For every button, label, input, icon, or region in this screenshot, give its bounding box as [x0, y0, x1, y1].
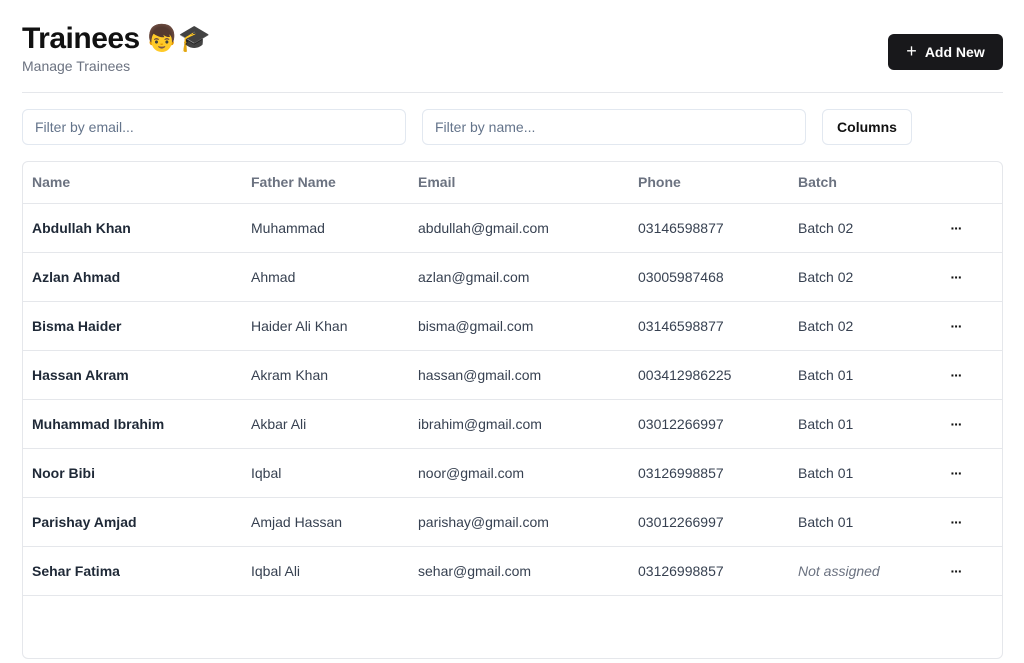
- phone-cell: 03126998857: [629, 448, 789, 498]
- phone-cell: 03146598877: [629, 301, 789, 351]
- email-cell: abdullah@gmail.com: [409, 203, 629, 253]
- email-cell: ibrahim@gmail.com: [409, 399, 629, 449]
- column-header-father-name[interactable]: Father Name: [242, 162, 409, 204]
- trainees-table: Name Father Name Email Phone Batch Abdul…: [23, 162, 1002, 596]
- column-header-name[interactable]: Name: [23, 162, 242, 204]
- trainee-name-cell: Noor Bibi: [23, 448, 242, 498]
- columns-button[interactable]: Columns: [822, 109, 912, 145]
- row-actions-cell: ···: [929, 399, 1002, 449]
- title-row: Trainees 👦🎓: [22, 20, 1003, 58]
- father-name-cell: Amjad Hassan: [242, 497, 409, 547]
- more-options-icon[interactable]: ···: [944, 559, 968, 583]
- column-header-phone[interactable]: Phone: [629, 162, 789, 204]
- table-row[interactable]: Bisma Haider Haider Ali Khan bisma@gmail.c…: [23, 301, 1002, 351]
- trainee-name-cell: Parishay Amjad: [23, 497, 242, 547]
- page-header: Trainees 👦🎓 Manage Trainees + Add New: [22, 20, 1003, 76]
- filter-bar: Columns: [22, 109, 1003, 145]
- trainees-table-container: Name Father Name Email Phone Batch Abdul…: [22, 161, 1003, 659]
- phone-cell: 03146598877: [629, 203, 789, 253]
- email-cell: azlan@gmail.com: [409, 252, 629, 302]
- father-name-cell: Haider Ali Khan: [242, 301, 409, 351]
- phone-cell: 03012266997: [629, 399, 789, 449]
- father-name-cell: Iqbal Ali: [242, 546, 409, 596]
- phone-cell: 03012266997: [629, 497, 789, 547]
- trainee-name-cell: Abdullah Khan: [23, 203, 242, 253]
- email-cell: parishay@gmail.com: [409, 497, 629, 547]
- table-body: Abdullah Khan Muhammad abdullah@gmail.com 0…: [23, 203, 1002, 596]
- more-options-icon[interactable]: ···: [944, 314, 968, 338]
- page-title: Trainees: [22, 22, 140, 55]
- email-filter-input[interactable]: [22, 109, 406, 145]
- email-cell: noor@gmail.com: [409, 448, 629, 498]
- trainee-name-cell: Bisma Haider: [23, 301, 242, 351]
- phone-cell: 03005987468: [629, 252, 789, 302]
- trainee-name-cell: Azlan Ahmad: [23, 252, 242, 302]
- batch-cell: Batch 01: [789, 399, 929, 449]
- row-actions-cell: ···: [929, 448, 1002, 498]
- more-options-icon[interactable]: ···: [944, 265, 968, 289]
- batch-cell: Batch 02: [789, 252, 929, 302]
- column-header-batch[interactable]: Batch: [789, 162, 929, 204]
- trainee-emoji-icon: 👦🎓: [145, 24, 211, 54]
- row-actions-cell: ···: [929, 252, 1002, 302]
- email-cell: sehar@gmail.com: [409, 546, 629, 596]
- more-options-icon[interactable]: ···: [944, 510, 968, 534]
- add-new-button[interactable]: + Add New: [888, 34, 1003, 70]
- table-row[interactable]: Sehar Fatima Iqbal Ali sehar@gmail.com 0312…: [23, 546, 1002, 596]
- column-header-email[interactable]: Email: [409, 162, 629, 204]
- header-divider: [22, 92, 1003, 93]
- table-header: Name Father Name Email Phone Batch: [23, 162, 1002, 204]
- name-filter-input[interactable]: [422, 109, 806, 145]
- table-row[interactable]: Parishay Amjad Amjad Hassan parishay@gmail…: [23, 497, 1002, 547]
- more-options-icon[interactable]: ···: [944, 216, 968, 240]
- email-cell: bisma@gmail.com: [409, 301, 629, 351]
- phone-cell: 003412986225: [629, 350, 789, 400]
- table-row[interactable]: Muhammad Ibrahim Akbar Ali ibrahim@gmail.c…: [23, 399, 1002, 449]
- father-name-cell: Akram Khan: [242, 350, 409, 400]
- table-row[interactable]: Azlan Ahmad Ahmad azlan@gmail.com 030059874…: [23, 252, 1002, 302]
- batch-cell: Batch 01: [789, 497, 929, 547]
- batch-cell: Batch 02: [789, 203, 929, 253]
- row-actions-cell: ···: [929, 497, 1002, 547]
- more-options-icon[interactable]: ···: [944, 461, 968, 485]
- trainee-name-cell: Hassan Akram: [23, 350, 242, 400]
- batch-cell: Batch 01: [789, 350, 929, 400]
- plus-icon: +: [906, 41, 917, 61]
- father-name-cell: Iqbal: [242, 448, 409, 498]
- more-options-icon[interactable]: ···: [944, 363, 968, 387]
- header-row: Name Father Name Email Phone Batch: [23, 162, 1002, 204]
- table-row[interactable]: Hassan Akram Akram Khan hassan@gmail.com 00…: [23, 350, 1002, 400]
- father-name-cell: Akbar Ali: [242, 399, 409, 449]
- column-header-actions: [929, 162, 1002, 204]
- row-actions-cell: ···: [929, 350, 1002, 400]
- row-actions-cell: ···: [929, 203, 1002, 253]
- father-name-cell: Ahmad: [242, 252, 409, 302]
- more-options-icon[interactable]: ···: [944, 412, 968, 436]
- trainee-name-cell: Muhammad Ibrahim: [23, 399, 242, 449]
- page-subtitle: Manage Trainees: [22, 58, 131, 74]
- email-cell: hassan@gmail.com: [409, 350, 629, 400]
- batch-cell: Batch 02: [789, 301, 929, 351]
- table-row[interactable]: Noor Bibi Iqbal noor@gmail.com 03126998857 B…: [23, 448, 1002, 498]
- add-new-label: Add New: [924, 44, 985, 60]
- phone-cell: 03126998857: [629, 546, 789, 596]
- trainee-name-cell: Sehar Fatima: [23, 546, 242, 596]
- batch-cell: Not assigned: [789, 546, 929, 596]
- father-name-cell: Muhammad: [242, 203, 409, 253]
- batch-cell: Batch 01: [789, 448, 929, 498]
- table-row[interactable]: Abdullah Khan Muhammad abdullah@gmail.com 0…: [23, 203, 1002, 253]
- row-actions-cell: ···: [929, 301, 1002, 351]
- row-actions-cell: ···: [929, 546, 1002, 596]
